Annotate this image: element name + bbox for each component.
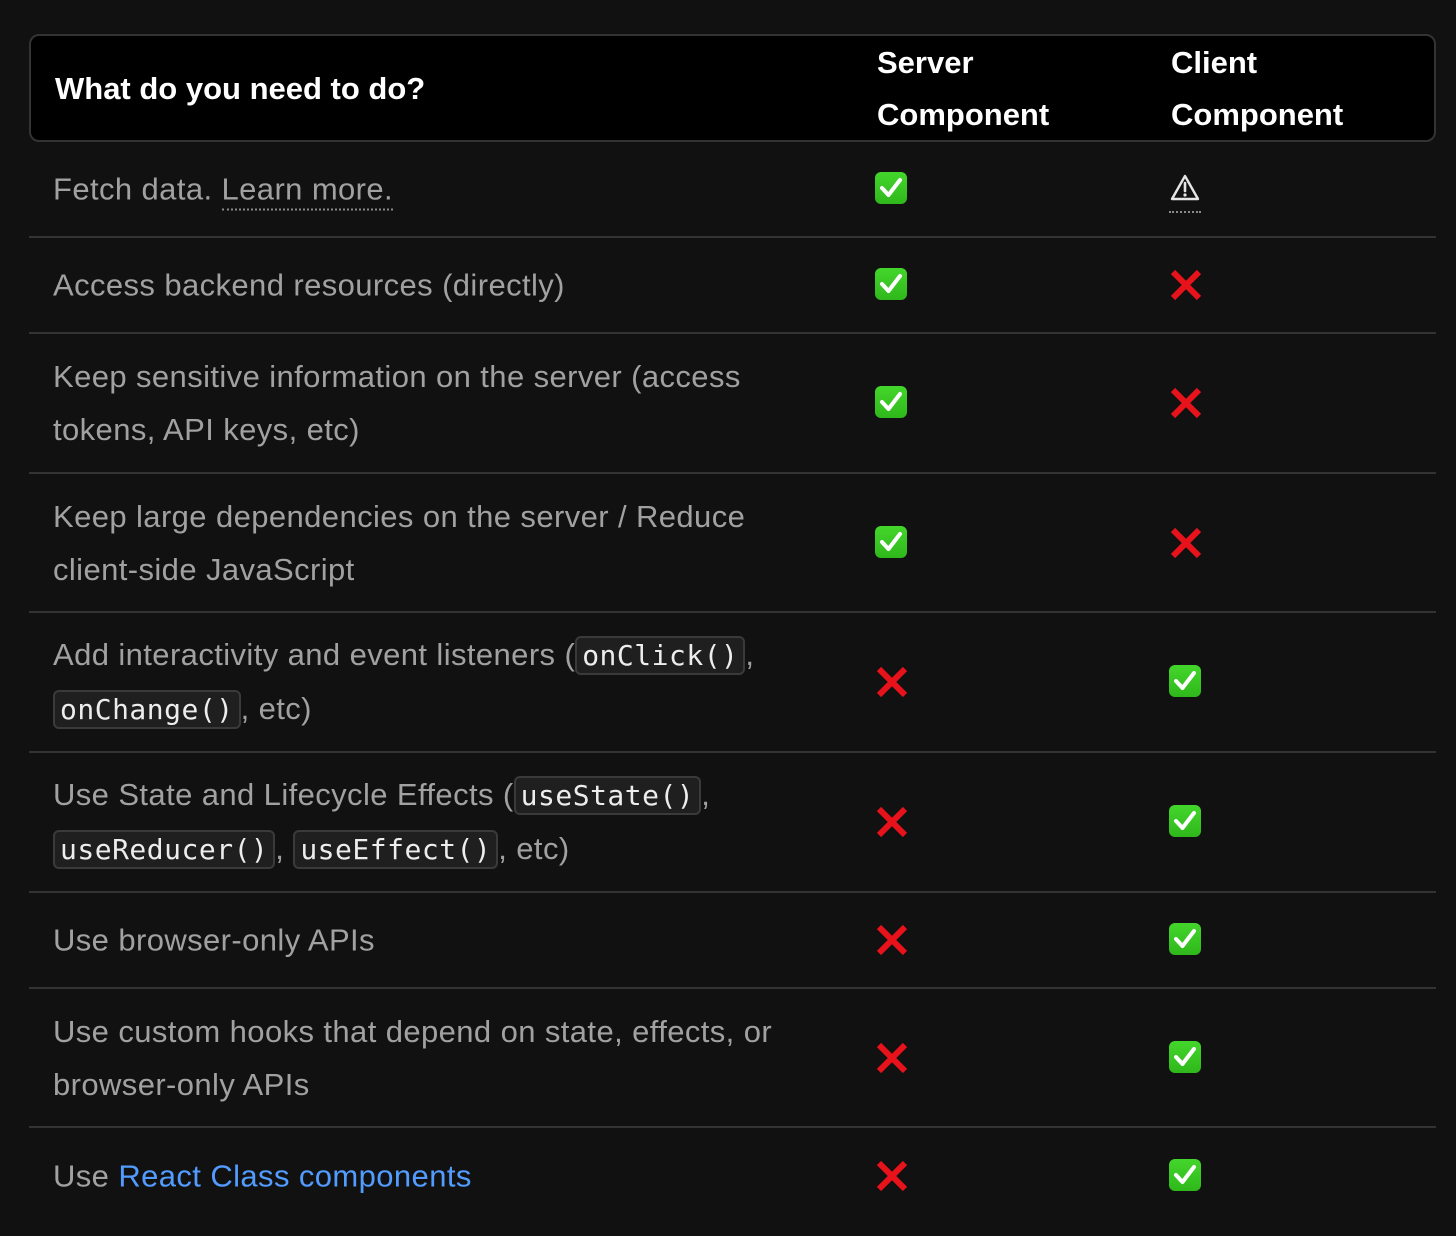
feature-text: Use custom hooks that depend on state, e… (53, 1013, 773, 1102)
check-mark-icon (1169, 1159, 1201, 1191)
feature-description: Keep sensitive information on the server… (53, 350, 813, 456)
inline-code: useState() (513, 776, 702, 815)
table-body: Fetch data. Learn more. Access backend re… (29, 142, 1436, 1224)
server-support-cell (875, 386, 909, 420)
feature-text: , (275, 831, 294, 866)
warning-icon[interactable] (1169, 172, 1203, 213)
feature-text: Use browser-only APIs (53, 922, 375, 958)
table-row: Keep sensitive information on the server… (29, 334, 1436, 474)
server-support-cell (875, 923, 909, 957)
check-mark-icon (875, 172, 907, 204)
inline-code: useReducer() (53, 830, 276, 869)
cross-mark-icon (1169, 386, 1203, 420)
cross-mark-icon (1169, 526, 1203, 560)
feature-text: Keep sensitive information on the server… (53, 359, 741, 447)
feature-description: Fetch data. Learn more. (53, 163, 813, 216)
feature-text: , (701, 777, 711, 812)
feature-description: Use State and Lifecycle Effects (useStat… (53, 768, 813, 876)
client-support-cell (1169, 923, 1203, 957)
header-question: What do you need to do? (55, 71, 426, 106)
cross-mark-icon (875, 665, 909, 699)
learn-more-link[interactable]: Learn more. (221, 171, 394, 211)
warning-underline (1169, 211, 1201, 213)
header-server-line-2: Component (877, 97, 1050, 132)
check-mark-icon (1169, 1040, 1201, 1073)
check-mark-icon (875, 525, 907, 558)
table-row: Use custom hooks that depend on state, e… (29, 989, 1436, 1128)
header-server-line-1: Server (877, 45, 974, 80)
check-mark-icon (1169, 665, 1201, 697)
table-header: What do you need to do? Server Component… (29, 34, 1436, 142)
client-support-cell (1169, 805, 1203, 839)
table-row: Access backend resources (directly) (29, 238, 1436, 334)
header-client-line-1: Client (1171, 45, 1258, 80)
feature-text: Add interactivity and event listeners ( (53, 637, 576, 672)
cross-mark-icon (875, 1041, 909, 1075)
server-support-cell (875, 172, 909, 206)
check-mark-icon (1169, 923, 1201, 955)
feature-text: Access backend resources (directly) (53, 267, 565, 303)
feature-text: , etc) (240, 691, 312, 726)
client-support-cell (1169, 268, 1203, 302)
client-support-cell (1169, 386, 1203, 420)
cross-mark-icon (875, 805, 909, 839)
server-support-cell (875, 1159, 909, 1193)
feature-description: Keep large dependencies on the server / … (53, 490, 813, 596)
check-mark-icon (875, 386, 907, 418)
table-row: Keep large dependencies on the server / … (29, 474, 1436, 613)
client-support-cell (1169, 1040, 1203, 1075)
table-row: Use browser-only APIs (29, 893, 1436, 989)
server-support-cell (875, 665, 909, 699)
cross-mark-icon (875, 923, 909, 957)
react-class-components-link[interactable]: React Class components (118, 1159, 471, 1194)
table-row: Add interactivity and event listeners (o… (29, 613, 1436, 753)
table-row: Fetch data. Learn more. (29, 142, 1436, 238)
feature-description: Use React Class components (53, 1150, 813, 1203)
feature-text: , etc) (498, 831, 570, 866)
inline-code: onChange() (53, 690, 241, 729)
server-support-cell (875, 268, 909, 302)
table-row: Use React Class components (29, 1128, 1436, 1224)
cross-mark-icon (875, 1159, 909, 1193)
client-support-cell (1169, 1159, 1203, 1193)
feature-text: Use State and Lifecycle Effects ( (53, 777, 514, 812)
feature-description: Use custom hooks that depend on state, e… (53, 1005, 813, 1111)
feature-text: , (745, 637, 755, 672)
table-row: Use State and Lifecycle Effects (useStat… (29, 753, 1436, 893)
feature-text: Use (53, 1158, 119, 1194)
inline-code: useEffect() (293, 830, 499, 869)
header-client-component: Client Component (1171, 37, 1431, 141)
feature-text: Fetch data. (53, 171, 222, 207)
inline-code: onClick() (575, 636, 746, 675)
server-support-cell (875, 1041, 909, 1075)
client-support-cell (1169, 172, 1203, 213)
server-support-cell (875, 525, 909, 560)
feature-description: Add interactivity and event listeners (o… (53, 628, 813, 736)
feature-text: Keep large dependencies on the server / … (53, 498, 746, 587)
header-client-line-2: Component (1171, 97, 1344, 132)
check-mark-icon (875, 268, 907, 300)
client-support-cell (1169, 665, 1203, 699)
check-mark-icon (1169, 805, 1201, 837)
feature-description: Use browser-only APIs (53, 914, 813, 967)
comparison-table: What do you need to do? Server Component… (29, 34, 1436, 1224)
client-support-cell (1169, 526, 1203, 560)
cross-mark-icon (1169, 268, 1203, 302)
header-server-component: Server Component (877, 37, 1137, 141)
feature-description: Access backend resources (directly) (53, 259, 813, 312)
server-support-cell (875, 805, 909, 839)
